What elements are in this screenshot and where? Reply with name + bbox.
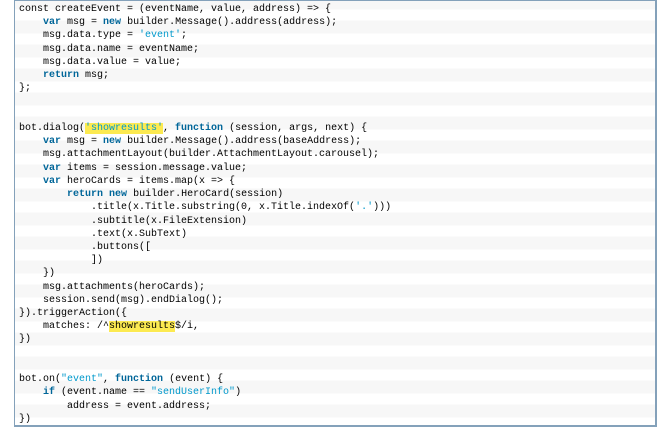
code-token-plain: msg.data.name = eventName;: [19, 43, 200, 55]
code-line: .title(x.Title.substring(0, x.Title.inde…: [19, 201, 655, 214]
code-token-plain: msg.attachments(heroCards);: [19, 281, 206, 293]
code-token-plain: msg =: [61, 136, 104, 148]
code-token-plain: .title(x.Title.substring(0, x.Title.inde…: [19, 202, 356, 214]
code-line: var heroCards = items.map(x => {: [19, 175, 655, 188]
code-line: msg.data.type = 'event';: [19, 29, 655, 42]
code-line: .text(x.SubText): [19, 228, 655, 241]
code-token-plain: msg =: [61, 17, 104, 29]
code-token-plain: builder.Message().address(baseAddress);: [121, 136, 362, 148]
code-token-plain: builder.Message().address(address);: [121, 17, 338, 29]
code-line: .buttons([: [19, 241, 655, 254]
code-token-plain: ): [235, 387, 242, 399]
code-line: msg.data.name = eventName;: [19, 43, 655, 56]
code-token-plain: (session, args, next) {: [223, 122, 368, 134]
code-token-keyword: var: [43, 17, 62, 29]
code-token-keyword: new: [109, 189, 128, 201]
code-token-plain: .buttons([: [19, 241, 152, 253]
code-token-string-highlighted: 'showresults': [85, 122, 164, 134]
code-line: const createEvent = (eventName, value, a…: [19, 3, 655, 16]
code-token-string: '.': [355, 202, 374, 214]
code-token-plain: ,: [103, 374, 116, 386]
code-token-plain: builder.HeroCard(session): [127, 189, 284, 201]
code-token-string: "sendUserInfo": [151, 387, 236, 399]
code-token-plain: ))): [373, 202, 392, 214]
code-line: var msg = new builder.Message().address(…: [19, 135, 655, 148]
code-token-keyword: var: [43, 162, 62, 174]
code-token-plain: msg.data.value = value;: [19, 56, 182, 68]
code-token-keyword: if: [43, 387, 56, 399]
code-token-plain: (event.name ==: [55, 387, 152, 399]
code-token-keyword: return: [67, 189, 104, 201]
code-token-plain: }): [19, 334, 32, 346]
code-token-plain: $/i,: [175, 321, 200, 333]
code-token-plain: matches: /^: [19, 321, 110, 333]
code-token-keyword: return: [43, 70, 80, 82]
code-line: address = event.address;: [19, 400, 655, 413]
code-line: bot.on("event", function (event) {: [19, 373, 655, 386]
code-token-plain: }): [19, 268, 56, 280]
code-token-string: 'event': [139, 30, 182, 42]
code-line: msg.attachments(heroCards);: [19, 281, 655, 294]
code-line: var items = session.message.value;: [19, 162, 655, 175]
code-token-plain: .subtitle(x.FileExtension): [19, 215, 248, 227]
code-token-keyword: new: [103, 17, 122, 29]
code-token-plain: bot.on(: [19, 374, 62, 386]
code-line: session.send(msg).endDialog();: [19, 294, 655, 307]
code-line: }).triggerAction({: [19, 307, 655, 320]
code-line: return new builder.HeroCard(session): [19, 188, 655, 201]
code-token-plain: const createEvent = (eventName, value, a…: [19, 4, 332, 15]
code-token-keyword: function: [115, 374, 164, 386]
code-token-plain: items = session.message.value;: [61, 162, 248, 174]
code-token-plain: (event) {: [163, 374, 224, 386]
code-line: }): [19, 413, 655, 425]
code-token-plain: }).triggerAction({: [19, 308, 128, 320]
code-token-keyword: new: [103, 136, 122, 148]
code-token-plain: ,: [163, 122, 176, 134]
code-token-plain: heroCards = items.map(x => {: [61, 175, 236, 187]
code-token-keyword: var: [43, 136, 62, 148]
code-line: };: [19, 82, 655, 95]
code-line: return msg;: [19, 69, 655, 82]
code-token-plain: ]): [19, 255, 104, 267]
code-line: msg.data.value = value;: [19, 56, 655, 69]
code-line: ]): [19, 254, 655, 267]
code-line: .subtitle(x.FileExtension): [19, 215, 655, 228]
code-line: bot.dialog('showresults', function (sess…: [19, 122, 655, 135]
code-line: var msg = new builder.Message().address(…: [19, 16, 655, 29]
code-token-plain: msg.attachmentLayout(builder.AttachmentL…: [19, 149, 380, 161]
code-token-plain: ;: [181, 30, 188, 42]
code-token-plain: };: [19, 83, 32, 95]
code-line: }): [19, 333, 655, 346]
code-token-highlighted: showresults: [109, 321, 176, 333]
code-token-keyword: var: [43, 175, 62, 187]
code-token-plain: session.send(msg).endDialog();: [19, 294, 224, 306]
code-token-plain: msg;: [79, 70, 110, 82]
code-line: matches: /^showresults$/i,: [19, 320, 655, 333]
code-token-plain: .text(x.SubText): [19, 228, 188, 240]
code-token-plain: }): [19, 413, 32, 425]
code-line: }): [19, 267, 655, 280]
code-line: msg.attachmentLayout(builder.AttachmentL…: [19, 148, 655, 161]
code-block: const createEvent = (eventName, value, a…: [14, 0, 657, 427]
code-token-string: "event": [61, 374, 104, 386]
code-token-plain: msg.data.type =: [19, 30, 140, 42]
code-line: if (event.name == "sendUserInfo"): [19, 386, 655, 399]
code-token-plain: bot.dialog(: [19, 122, 86, 134]
code-token-keyword: function: [175, 122, 224, 134]
code-token-plain: address = event.address;: [19, 400, 212, 412]
